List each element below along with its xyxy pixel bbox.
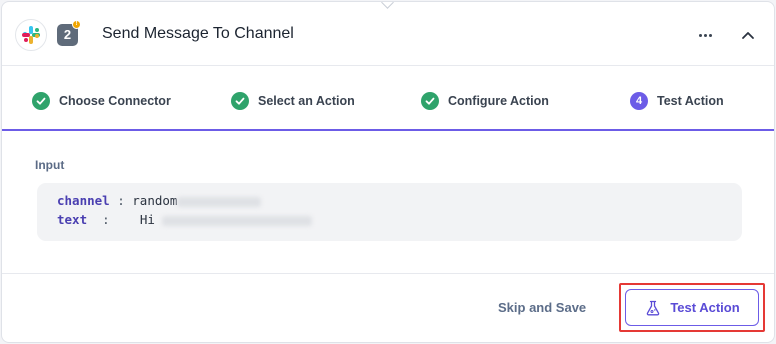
input-row-text: text : Hi — [57, 212, 313, 227]
flask-icon — [647, 300, 660, 315]
input-separator: : — [117, 193, 125, 208]
step-test-action[interactable]: 4 Test Action — [630, 91, 724, 111]
test-action-button[interactable]: Test Action — [625, 289, 759, 326]
card-header[interactable]: 2 ! Send Message To Channel — [2, 2, 774, 66]
input-code-block: channel : random text : Hi — [37, 183, 742, 241]
check-circle-icon — [421, 92, 439, 110]
step-card: 2 ! Send Message To Channel Choose Conne… — [1, 1, 775, 343]
stepper: Choose Connector Select an Action Config… — [2, 67, 774, 131]
redacted-value — [177, 196, 262, 207]
skip-and-save-button[interactable]: Skip and Save — [498, 300, 586, 315]
step-label: Test Action — [657, 94, 724, 108]
input-value: random — [132, 193, 178, 208]
input-separator: : — [102, 212, 110, 227]
check-circle-icon — [231, 92, 249, 110]
input-heading: Input — [35, 158, 65, 172]
info-badge-icon: ! — [72, 20, 81, 29]
step-label: Select an Action — [258, 94, 355, 108]
input-value: Hi — [139, 212, 155, 227]
step-title: Send Message To Channel — [102, 25, 294, 42]
redacted-value — [162, 215, 313, 226]
more-options-button[interactable] — [693, 22, 719, 48]
step-configure-action[interactable]: Configure Action — [421, 91, 549, 111]
input-key: text — [57, 212, 88, 227]
step-choose-connector[interactable]: Choose Connector — [32, 91, 171, 111]
chevron-up-icon — [742, 32, 754, 39]
input-row-channel: channel : random — [57, 193, 262, 208]
check-circle-icon — [32, 92, 50, 110]
test-action-label: Test Action — [670, 300, 740, 315]
step-label: Choose Connector — [59, 94, 171, 108]
more-horizontal-icon — [699, 34, 702, 37]
collapse-button[interactable] — [735, 22, 761, 48]
input-key: channel — [57, 193, 110, 208]
step-label: Configure Action — [448, 94, 549, 108]
step-number-icon: 4 — [630, 92, 648, 110]
footer-divider — [2, 273, 774, 274]
step-select-action[interactable]: Select an Action — [231, 91, 355, 111]
slack-logo-icon — [15, 19, 47, 51]
